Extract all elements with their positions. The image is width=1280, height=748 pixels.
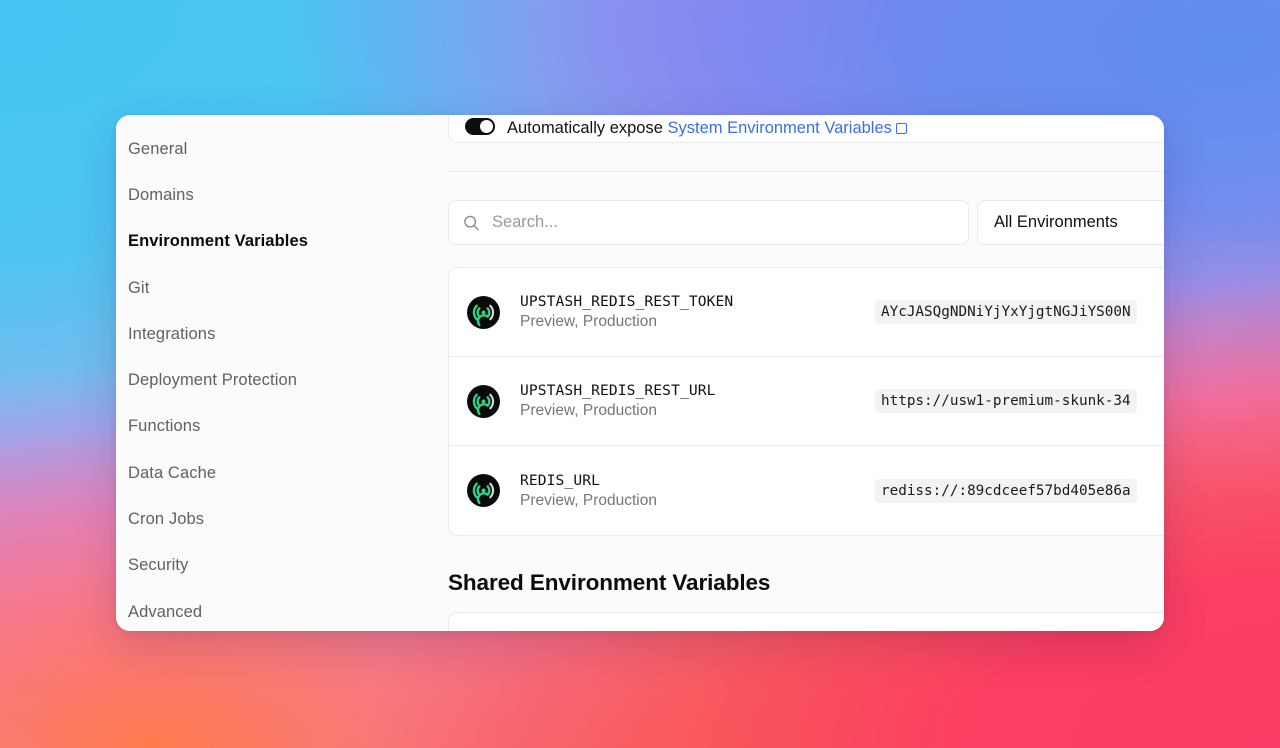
sidebar-item-label: Data Cache [128,463,217,482]
env-var-value: rediss://:89cdceef57bd405e86a [875,478,1137,503]
sidebar-item-environment-variables[interactable]: Environment Variables [128,219,448,265]
settings-sidebar: General Domains Environment Variables Gi… [116,115,448,631]
env-var-value: AYcJASQgNDNiYjYxYjgtNGJiYS00N [875,300,1137,324]
table-row[interactable]: UPSTASH_REDIS_REST_URL Preview, Producti… [449,357,1164,446]
env-var-key: UPSTASH_REDIS_REST_URL [520,382,716,399]
sidebar-item-label: General [128,139,188,158]
upstash-logo-icon [467,384,500,418]
sidebar-item-advanced[interactable]: Advanced [128,589,448,631]
system-environment-variables-link[interactable]: System Environment Variables [668,119,892,137]
expose-label: Automatically expose [507,118,663,137]
table-row[interactable]: REDIS_URL Preview, Production rediss://:… [449,446,1164,535]
sidebar-item-cron-jobs[interactable]: Cron Jobs [128,496,448,542]
env-var-meta: REDIS_URL Preview, Production [520,472,875,510]
environment-variables-panel: Automatically expose System Environment … [448,115,1164,631]
sidebar-item-domains[interactable]: Domains [128,172,448,218]
env-var-key: REDIS_URL [520,471,600,489]
env-var-meta: UPSTASH_REDIS_REST_TOKEN Preview, Produc… [520,293,875,331]
search-and-filter-row: All Environments [448,200,1164,245]
sidebar-item-security[interactable]: Security [128,543,448,589]
sidebar-item-label: Environment Variables [128,232,308,251]
shared-environment-variables-heading: Shared Environment Variables [448,570,771,595]
env-var-value: https://usw1-premium-skunk-34 [875,389,1137,413]
upstash-logo-icon [467,295,500,329]
sidebar-item-label: Domains [128,185,194,204]
sidebar-item-integrations[interactable]: Integrations [128,311,448,357]
expose-system-env-text: Automatically expose System Environment … [507,118,907,137]
environment-variables-list: UPSTASH_REDIS_REST_TOKEN Preview, Produc… [448,267,1164,536]
sidebar-item-label: Advanced [128,602,203,621]
env-var-scope: Preview, Production [520,402,657,419]
environment-filter-dropdown[interactable]: All Environments [977,200,1164,245]
sidebar-item-label: Cron Jobs [128,510,205,529]
env-var-scope: Preview, Production [520,313,657,330]
sidebar-item-functions[interactable]: Functions [128,404,448,450]
sidebar-item-label: Integrations [128,324,216,343]
sidebar-item-general[interactable]: General [128,126,448,172]
sidebar-item-data-cache[interactable]: Data Cache [128,450,448,496]
table-row[interactable]: UPSTASH_REDIS_REST_TOKEN Preview, Produc… [449,268,1164,357]
upstash-logo-icon [467,474,500,507]
sidebar-item-deployment-protection[interactable]: Deployment Protection [128,357,448,403]
section-divider [448,171,1164,172]
env-var-scope: Preview, Production [520,491,657,509]
sidebar-item-label: Git [128,278,150,297]
env-var-key: UPSTASH_REDIS_REST_TOKEN [520,293,734,310]
environment-filter-label: All Environments [994,213,1118,231]
expose-system-env-toggle[interactable] [465,118,495,135]
sidebar-item-label: Security [128,556,189,575]
search-input[interactable] [491,213,954,232]
search-field[interactable] [448,200,969,245]
external-link-icon [895,122,907,134]
expose-system-env-row: Automatically expose System Environment … [448,115,1164,143]
env-var-meta: UPSTASH_REDIS_REST_URL Preview, Producti… [520,382,875,420]
sidebar-item-label: Functions [128,417,201,436]
sidebar-item-label: Deployment Protection [128,371,298,390]
settings-window-card: General Domains Environment Variables Gi… [116,115,1164,631]
shared-environment-variables-card [448,612,1164,631]
sidebar-item-git[interactable]: Git [128,265,448,311]
search-icon [464,215,479,230]
